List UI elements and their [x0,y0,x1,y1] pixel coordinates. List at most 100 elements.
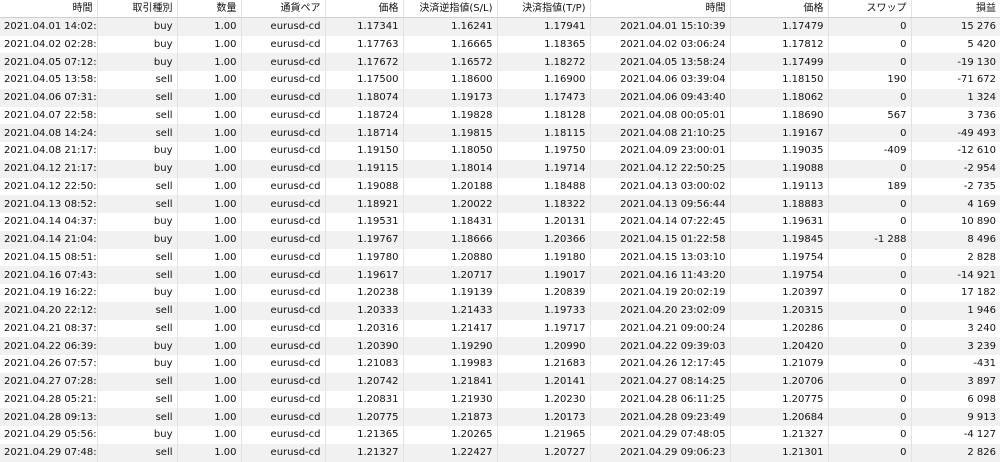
cell-volume: 1.00 [177,106,242,125]
cell-close-price: 1.20315 [730,301,829,320]
cell-close-price: 1.21301 [730,443,829,462]
column-header-close-price[interactable]: 価格 [730,0,829,19]
table-row[interactable]: 2021.04.21 08:37:04sell1.00eurusd-cd1.20… [0,319,1000,338]
table-row[interactable]: 2021.04.07 22:58:55sell1.00eurusd-cd1.18… [0,106,1000,125]
table-row[interactable]: 2021.04.05 07:12:49buy1.00eurusd-cd1.176… [0,53,1000,71]
cell-swap: 0 [828,319,912,338]
cell-profit-loss: 3 240 [911,319,1000,338]
cell-trade-type: buy [97,53,178,71]
cell-open-price: 1.21327 [325,443,404,462]
cell-open-price: 1.19150 [325,142,404,160]
table-row[interactable]: 2021.04.15 08:51:03sell1.00eurusd-cd1.19… [0,248,1000,267]
cell-volume: 1.00 [177,17,242,36]
cell-trade-type: sell [97,88,178,107]
cell-profit-loss: 4 169 [911,195,1000,213]
cell-profit-loss: 1 324 [911,88,1000,107]
cell-close-price: 1.20775 [730,390,829,409]
cell-open-time: 2021.04.05 07:12:49 [0,53,98,71]
cell-trade-type: sell [97,390,178,409]
table-row[interactable]: 2021.04.29 05:56:40buy1.00eurusd-cd1.213… [0,426,1000,444]
cell-close-time: 2021.04.22 09:39:03 [590,337,731,355]
table-row[interactable]: 2021.04.28 09:13:29sell1.00eurusd-cd1.20… [0,408,1000,426]
table-body: 2021.04.01 14:02:57buy1.00eurusd-cd1.173… [0,17,1000,462]
cell-take-profit: 1.19733 [497,301,591,320]
table-row[interactable]: 2021.04.08 21:17:32buy1.00eurusd-cd1.191… [0,142,1000,160]
cell-profit-loss: -2 954 [911,159,1000,178]
cell-stop-loss: 1.19173 [403,88,498,107]
trade-history-table: 時間 取引種別 数量 通貨ペア 価格 決済逆指値(S/L) 決済指値(T/P) 時間 価格 スワッ… [0,0,1000,462]
cell-profit-loss: 3 736 [911,106,1000,125]
cell-trade-type: sell [97,106,178,125]
cell-close-price: 1.17812 [730,35,829,54]
cell-close-price: 1.18690 [730,106,829,125]
cell-trade-type: buy [97,35,178,54]
cell-swap: 0 [828,53,912,71]
cell-open-time: 2021.04.29 05:56:40 [0,426,98,444]
cell-stop-loss: 1.19815 [403,124,498,142]
cell-open-time: 2021.04.05 13:58:27 [0,71,98,89]
table-row[interactable]: 2021.04.05 13:58:27sell1.00eurusd-cd1.17… [0,71,1000,89]
cell-trade-type: buy [97,230,178,249]
cell-open-price: 1.19531 [325,213,404,231]
table-row[interactable]: 2021.04.28 05:21:00sell1.00eurusd-cd1.20… [0,390,1000,409]
cell-close-time: 2021.04.20 23:02:09 [590,301,731,320]
column-header-open-price[interactable]: 価格 [325,0,404,19]
column-header-volume[interactable]: 数量 [177,0,242,19]
table-row[interactable]: 2021.04.06 07:31:29sell1.00eurusd-cd1.18… [0,88,1000,107]
table-row[interactable]: 2021.04.12 21:17:18buy1.00eurusd-cd1.191… [0,159,1000,178]
table-row[interactable]: 2021.04.20 22:12:54sell1.00eurusd-cd1.20… [0,301,1000,320]
cell-close-time: 2021.04.06 03:39:04 [590,71,731,89]
table-row[interactable]: 2021.04.29 07:48:06sell1.00eurusd-cd1.21… [0,443,1000,462]
column-header-currency-pair[interactable]: 通貨ペア [241,0,326,19]
cell-open-price: 1.19617 [325,266,404,284]
cell-currency-pair: eurusd-cd [241,106,326,125]
table-row[interactable]: 2021.04.19 16:22:00buy1.00eurusd-cd1.202… [0,284,1000,302]
cell-currency-pair: eurusd-cd [241,284,326,302]
cell-stop-loss: 1.18666 [403,230,498,249]
cell-volume: 1.00 [177,213,242,231]
cell-open-price: 1.19088 [325,177,404,196]
column-header-stop-loss[interactable]: 決済逆指値(S/L) [403,0,498,19]
cell-swap: 0 [828,301,912,320]
column-header-take-profit[interactable]: 決済指値(T/P) [497,0,591,19]
column-header-trade-type[interactable]: 取引種別 [97,0,178,19]
cell-volume: 1.00 [177,195,242,213]
column-header-swap[interactable]: スワップ [828,0,912,19]
cell-stop-loss: 1.16665 [403,35,498,54]
cell-take-profit: 1.18115 [497,124,591,142]
cell-open-price: 1.20333 [325,301,404,320]
cell-close-price: 1.17479 [730,17,829,36]
cell-stop-loss: 1.19139 [403,284,498,302]
cell-volume: 1.00 [177,53,242,71]
cell-currency-pair: eurusd-cd [241,142,326,160]
table-row[interactable]: 2021.04.27 07:28:14sell1.00eurusd-cd1.20… [0,372,1000,391]
cell-open-time: 2021.04.15 08:51:03 [0,248,98,267]
cell-close-price: 1.21079 [730,355,829,373]
table-row[interactable]: 2021.04.13 08:52:01sell1.00eurusd-cd1.18… [0,195,1000,213]
cell-close-time: 2021.04.08 21:10:25 [590,124,731,142]
table-row[interactable]: 2021.04.16 07:43:59sell1.00eurusd-cd1.19… [0,266,1000,284]
column-header-profit-loss[interactable]: 損益 [911,0,1000,19]
cell-open-time: 2021.04.02 02:28:52 [0,35,98,54]
cell-currency-pair: eurusd-cd [241,53,326,71]
cell-currency-pair: eurusd-cd [241,35,326,54]
cell-take-profit: 1.19017 [497,266,591,284]
table-row[interactable]: 2021.04.14 04:37:05buy1.00eurusd-cd1.195… [0,213,1000,231]
table-row[interactable]: 2021.04.14 21:04:05buy1.00eurusd-cd1.197… [0,230,1000,249]
column-header-close-time[interactable]: 時間 [590,0,731,19]
cell-swap: 0 [828,284,912,302]
cell-trade-type: buy [97,284,178,302]
cell-stop-loss: 1.20265 [403,426,498,444]
table-row[interactable]: 2021.04.22 06:39:54buy1.00eurusd-cd1.203… [0,337,1000,355]
table-row[interactable]: 2021.04.08 14:24:04sell1.00eurusd-cd1.18… [0,124,1000,142]
table-row[interactable]: 2021.04.01 14:02:57buy1.00eurusd-cd1.173… [0,17,1000,36]
table-row[interactable]: 2021.04.26 07:57:04buy1.00eurusd-cd1.210… [0,355,1000,373]
table-row[interactable]: 2021.04.02 02:28:52buy1.00eurusd-cd1.177… [0,35,1000,54]
cell-trade-type: sell [97,124,178,142]
cell-swap: 0 [828,17,912,36]
cell-open-time: 2021.04.08 14:24:04 [0,124,98,142]
cell-swap: 0 [828,124,912,142]
cell-take-profit: 1.21965 [497,426,591,444]
column-header-open-time[interactable]: 時間 [0,0,98,19]
table-row[interactable]: 2021.04.12 22:50:26sell1.00eurusd-cd1.19… [0,177,1000,196]
